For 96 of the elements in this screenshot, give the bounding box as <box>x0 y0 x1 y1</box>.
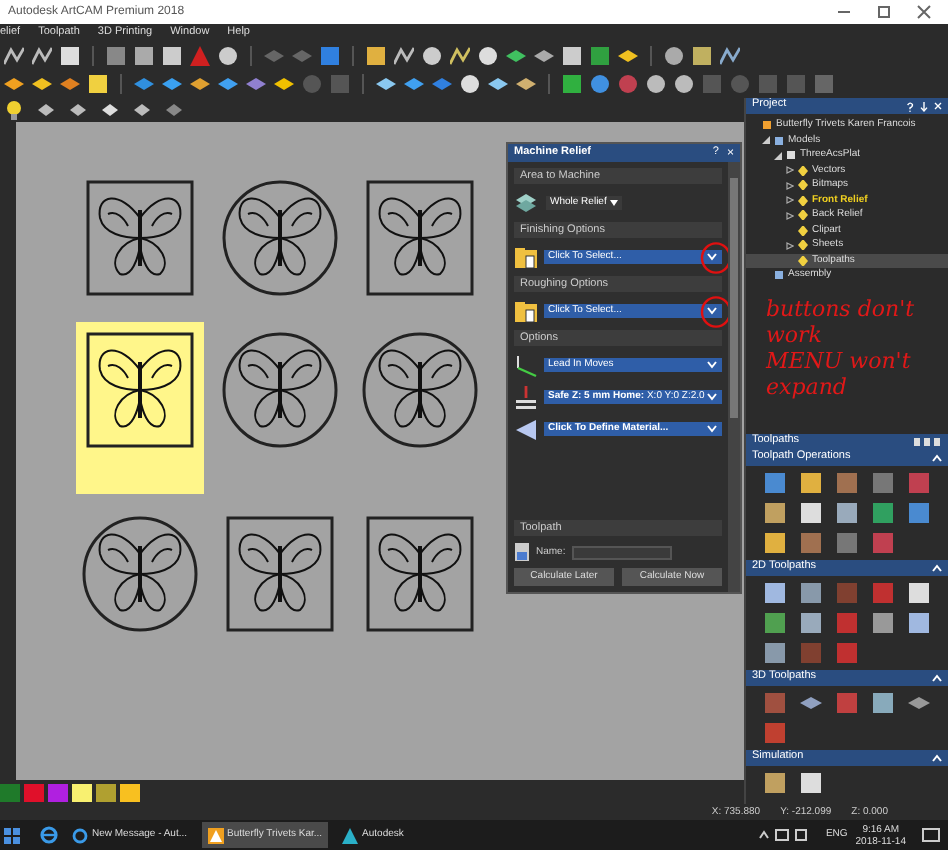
square-icon[interactable] <box>88 74 108 94</box>
handwritten-note: work <box>766 321 824 347</box>
zigzag-line-icon[interactable] <box>394 46 414 66</box>
square-icon[interactable] <box>908 612 931 634</box>
expand-arrow-icon[interactable] <box>786 211 794 220</box>
browser-icon[interactable] <box>40 826 58 844</box>
square-icon[interactable] <box>763 532 786 554</box>
help-icon[interactable] <box>906 101 914 111</box>
caret-icon <box>610 200 619 206</box>
square-icon[interactable] <box>366 46 386 66</box>
square-icon[interactable] <box>872 692 895 714</box>
circle-icon[interactable] <box>646 74 666 94</box>
square-icon[interactable] <box>872 612 895 634</box>
square-icon[interactable] <box>799 472 822 494</box>
circle-icon[interactable] <box>218 46 238 66</box>
windows-logo-icon[interactable] <box>4 827 20 843</box>
square-icon[interactable] <box>60 46 80 66</box>
name-input[interactable] <box>571 545 672 559</box>
circle-icon[interactable] <box>460 74 480 94</box>
triangle-icon[interactable] <box>190 46 210 66</box>
folder-icon <box>514 299 538 323</box>
chevron-up-icon <box>932 754 942 762</box>
square-icon[interactable] <box>799 612 822 634</box>
document-icon <box>514 542 530 562</box>
square-icon[interactable] <box>562 46 582 66</box>
square-icon[interactable] <box>799 582 822 604</box>
square-icon[interactable] <box>162 46 182 66</box>
zigzag-line-icon[interactable] <box>4 46 24 66</box>
chevron-down-icon[interactable] <box>706 360 718 370</box>
collapse-arrow-icon[interactable] <box>774 151 782 160</box>
square-icon[interactable] <box>763 772 786 794</box>
square-icon[interactable] <box>692 46 712 66</box>
circle-icon[interactable] <box>478 46 498 66</box>
square-icon[interactable] <box>799 772 822 794</box>
color-swatch[interactable] <box>96 783 116 801</box>
expand-arrow-icon[interactable] <box>786 181 794 190</box>
square-icon[interactable] <box>799 502 822 524</box>
square-icon[interactable] <box>562 74 582 94</box>
chevron-up-icon <box>932 454 942 462</box>
collapse-arrow-icon[interactable] <box>762 136 770 145</box>
square-icon <box>762 120 772 131</box>
chevron-down-icon[interactable] <box>706 392 718 402</box>
expand-arrow-icon[interactable] <box>786 241 794 250</box>
layers-icon <box>514 191 538 215</box>
diamond-icon[interactable] <box>799 692 822 714</box>
circle-icon[interactable] <box>590 74 610 94</box>
square-icon[interactable] <box>590 46 610 66</box>
square-icon[interactable] <box>763 642 786 664</box>
circle-annotation <box>700 295 732 327</box>
chevron-down-icon[interactable] <box>706 252 718 262</box>
square-icon[interactable] <box>134 46 154 66</box>
chevron-down-icon[interactable] <box>706 306 718 316</box>
color-swatch[interactable] <box>24 783 44 801</box>
safe-height-icon <box>514 385 538 409</box>
color-swatch[interactable] <box>0 783 20 801</box>
expand-arrow-icon[interactable] <box>786 196 794 205</box>
maximize-icon[interactable] <box>876 4 892 20</box>
app-icon <box>207 827 224 843</box>
square-icon[interactable] <box>908 582 931 604</box>
handwritten-note: MENU won't <box>766 347 913 373</box>
zigzag-line-icon[interactable] <box>450 46 470 66</box>
chevron-down-icon[interactable] <box>706 424 718 434</box>
zigzag-line-icon[interactable] <box>720 46 740 66</box>
app-icon <box>72 827 88 843</box>
circle-annotation <box>700 241 732 273</box>
square-icon <box>786 150 796 161</box>
color-swatch[interactable] <box>72 783 92 801</box>
chevron-up-icon <box>932 674 942 682</box>
app-icon <box>342 827 359 843</box>
circle-icon[interactable] <box>422 46 442 66</box>
folder-icon <box>514 245 538 269</box>
circle-icon[interactable] <box>664 46 684 66</box>
square-icon[interactable] <box>872 502 895 524</box>
square-icon <box>774 135 784 146</box>
square-icon[interactable] <box>763 502 786 524</box>
material-block-icon <box>514 417 538 441</box>
color-swatch[interactable] <box>120 783 140 801</box>
lead-in-path-icon <box>514 353 538 377</box>
light-bulb-icon[interactable] <box>6 100 22 120</box>
zigzag-line-icon[interactable] <box>32 46 52 66</box>
circle-icon[interactable] <box>674 74 694 94</box>
square-icon[interactable] <box>835 502 858 524</box>
scroll-bar[interactable] <box>728 162 740 592</box>
handwritten-note: buttons don't <box>766 295 917 321</box>
chevron-up-icon <box>932 564 942 572</box>
diamond-icon[interactable] <box>908 692 931 714</box>
color-swatch[interactable] <box>48 783 68 801</box>
square-icon <box>774 270 784 281</box>
butterfly-drawing[interactable] <box>76 322 204 494</box>
square-icon[interactable] <box>763 582 786 604</box>
square-icon[interactable] <box>763 612 786 634</box>
handwritten-note: expand <box>766 373 849 399</box>
close-icon[interactable] <box>916 4 932 20</box>
expand-arrow-icon[interactable] <box>786 166 794 175</box>
notification-icon[interactable] <box>922 827 940 843</box>
diamond-icon[interactable] <box>618 46 638 66</box>
